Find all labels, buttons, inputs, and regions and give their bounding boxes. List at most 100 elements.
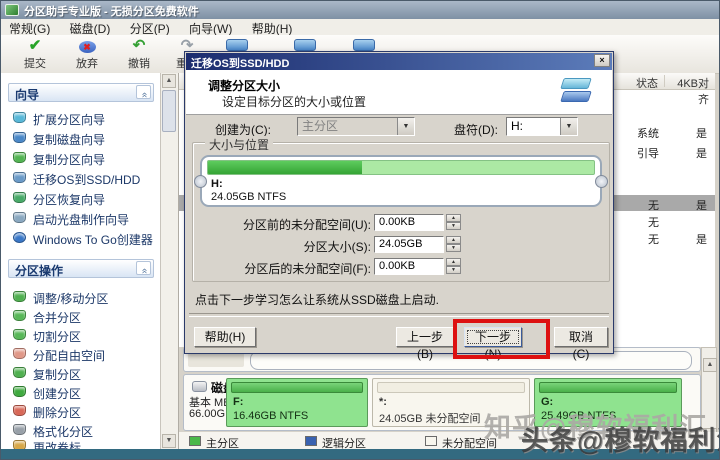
sidebar-item-delete-partition[interactable]: 删除分区 [13,402,161,421]
partition-used-fill [208,161,362,174]
window-title: 分区助手专业版 - 无损分区免费软件 [24,3,199,19]
undo-button[interactable]: ↶ 撤销 [113,37,165,71]
sidebar-item-recovery-wizard[interactable]: 分区恢复向导 [13,189,161,208]
disk-icon [13,192,26,203]
partition-resize-bar[interactable]: H: 24.05GB NTFS [200,155,602,207]
sidebar-item-allocate-free-space[interactable]: 分配自由空间 [13,345,161,364]
sidebar-item-create-partition[interactable]: 创建分区 [13,383,161,402]
disk-icon [13,172,26,183]
sidebar-item-windows-to-go[interactable]: Windows To Go创建器 [13,229,161,248]
scroll-up-icon[interactable]: ▲ [703,358,717,372]
cancel-button[interactable]: 取消(C) [554,327,608,347]
space-after-input[interactable]: 0.00KB [374,258,444,275]
disk-icon [13,112,26,123]
sidebar-item-resize-move[interactable]: 调整/移动分区 [13,288,161,307]
size-position-group: 大小与位置 H: 24.05GB NTFS 分区前的未分配空间(U): 0.00… [192,142,610,282]
sidebar-item-boot-cd-wizard[interactable]: 启动光盘制作向导 [13,209,161,228]
sidebar-item-merge[interactable]: 合并分区 [13,307,161,326]
logical-partition-swatch [305,436,317,446]
scroll-up-icon[interactable]: ▲ [162,74,176,88]
disk-tool-icon[interactable] [353,39,375,51]
space-before-input[interactable]: 0.00KB [374,214,444,231]
close-icon[interactable]: × [594,54,610,67]
sidebar-item-copy-disk-wizard[interactable]: 复制磁盘向导 [13,129,161,148]
disk-icon [13,405,26,416]
resize-handle-right[interactable] [595,175,608,188]
discard-icon: ✖ [61,37,113,55]
app-icon [5,4,19,16]
unallocated-swatch [425,436,437,446]
dialog-header: 调整分区大小 设定目标分区的大小或位置 [186,70,612,115]
help-button[interactable]: 帮助(H) [194,327,256,347]
collapse-up-icon[interactable]: « [136,85,151,99]
partition-size-input[interactable]: 24.05GB [374,236,444,253]
disk-icon [13,440,26,449]
partition-usage-bar [377,382,525,393]
dialog-titlebar[interactable]: 迁移OS到SSD/HDD [186,53,612,70]
sidebar-item-extend-wizard[interactable]: 扩展分区向导 [13,109,161,128]
chevron-down-icon[interactable]: ▼ [560,118,577,135]
resize-handle-left[interactable] [194,175,207,188]
disk-icon [13,367,26,378]
disk-icon [13,329,26,340]
check-icon: ✔ [9,37,61,55]
scrollbar-thumb[interactable] [162,90,176,132]
disk-icon [13,152,26,163]
sidebar-item-copy-partition[interactable]: 复制分区 [13,364,161,383]
disk-icon [192,381,207,392]
clone-disk-icon[interactable] [226,39,248,51]
partition-block-f[interactable]: F: 16.46GB NTFS [226,378,368,427]
sidebar-item-split[interactable]: 切割分区 [13,326,161,345]
spin-up-icon[interactable]: ▲ [446,258,461,266]
disk-icon [13,386,26,397]
column-4kb-align[interactable]: 4KB对齐 [667,75,709,107]
menubar: 常规(G) 磁盘(D) 分区(P) 向导(W) 帮助(H) [1,19,719,36]
spin-up-icon[interactable]: ▲ [446,214,461,222]
disk1-info [188,352,244,367]
spin-down-icon[interactable]: ▼ [446,266,461,274]
partition-usage-bar [539,382,677,393]
collapse-up-icon[interactable]: « [136,261,151,275]
dialog-heading: 调整分区大小 [208,77,280,94]
spin-up-icon[interactable]: ▲ [446,236,461,244]
sidebar: 向导 « 扩展分区向导 复制磁盘向导 复制分区向导 迁移OS到SSD/HDD 分… [1,73,179,449]
sidebar-item-change-label[interactable]: 更改卷标 [13,437,161,449]
watermark-toutiao: 头条@穆软福利汇 [521,419,720,458]
undo-icon: ↶ [113,37,165,55]
disk-icon [13,212,26,223]
disk-icon [13,424,26,435]
drive-letter-label: 盘符(D): [454,121,498,138]
spin-down-icon[interactable]: ▼ [446,244,461,252]
drive-letter-select[interactable]: H: ▼ [506,117,578,136]
create-as-select[interactable]: 主分区 ▼ [297,117,415,136]
migrate-os-icon[interactable] [294,39,316,51]
wizards-panel-header[interactable]: 向导 « [8,83,154,102]
titlebar[interactable]: 分区助手专业版 - 无损分区免费软件 [1,1,719,19]
operations-panel-header[interactable]: 分区操作 « [8,259,154,278]
disk-icon [13,310,26,321]
scroll-down-icon[interactable]: ▼ [162,434,176,448]
chevron-down-icon[interactable]: ▼ [397,118,414,135]
divider [189,313,609,317]
disk-icon [13,348,26,359]
primary-partition-swatch [189,436,201,446]
partition-size-stepper[interactable]: ▲ ▼ [446,236,461,253]
disk-icon [13,291,26,302]
app-window: 分区助手专业版 - 无损分区免费软件 常规(G) 磁盘(D) 分区(P) 向导(… [0,0,720,460]
spin-down-icon[interactable]: ▼ [446,222,461,230]
back-button[interactable]: 上一步(B) [396,327,454,347]
sidebar-item-copy-partition-wizard[interactable]: 复制分区向导 [13,149,161,168]
migrate-disks-icon [560,75,596,107]
commit-button[interactable]: ✔ 提交 [9,37,61,71]
globe-icon [13,232,26,243]
dialog-note: 点击下一步学习怎么让系统从SSD磁盘上启动. [195,291,439,308]
sidebar-item-migrate-os[interactable]: 迁移OS到SSD/HDD [13,169,161,188]
space-before-stepper[interactable]: ▲ ▼ [446,214,461,231]
migrate-os-dialog: 迁移OS到SSD/HDD × 调整分区大小 设定目标分区的大小或位置 创建为(C… [184,51,614,354]
partition-usage-bar [231,382,363,393]
group-title: 大小与位置 [205,136,273,153]
sidebar-scrollbar[interactable]: ▲ ▼ [160,73,178,449]
dialog-subheading: 设定目标分区的大小或位置 [222,93,366,110]
discard-button[interactable]: ✖ 放弃 [61,37,113,71]
space-after-stepper[interactable]: ▲ ▼ [446,258,461,275]
